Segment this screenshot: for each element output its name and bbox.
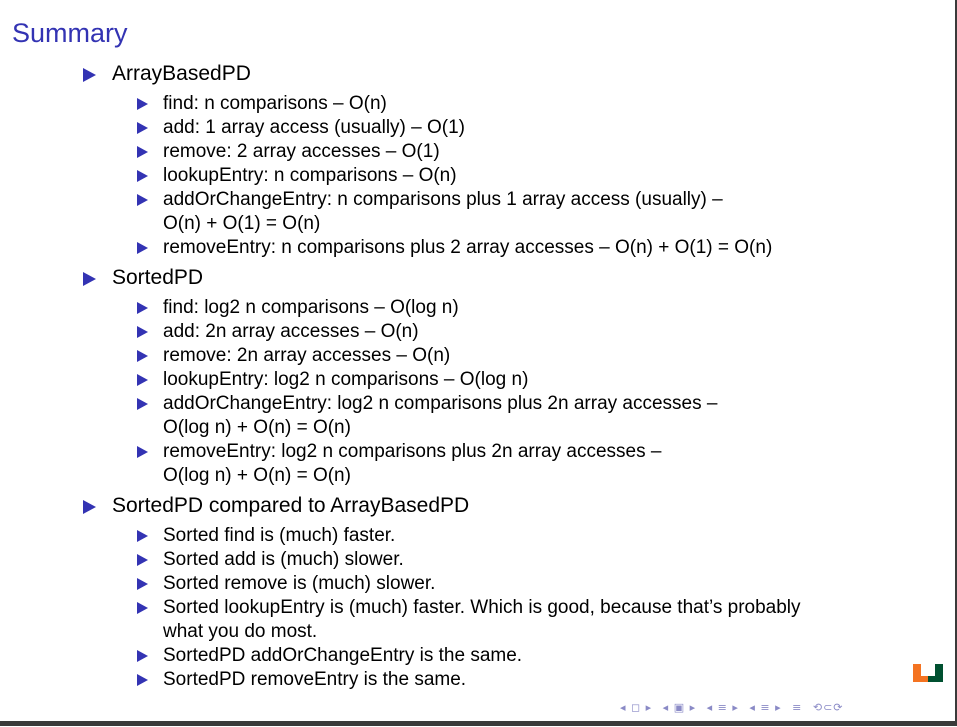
- list-item: find: n comparisons – O(n): [0, 92, 957, 116]
- list-item: add: 1 array access (usually) – O(1): [0, 116, 957, 140]
- beamer-navigation: ◂ ◻ ▸ ◂ ▣ ▸ ◂ ≡ ▸ ◂ ≡ ▸ ≡ ⟲⊂⟳: [620, 701, 850, 714]
- list-item-continuation: O(log n) + O(n) = O(n): [163, 417, 351, 438]
- bullet-triangle-icon: [137, 146, 148, 158]
- bullet-triangle-icon: [137, 398, 148, 410]
- list-item: SortedPD addOrChangeEntry is the same.: [0, 644, 957, 668]
- section-heading-text: ArrayBasedPD: [112, 62, 251, 85]
- list-item: addOrChangeEntry: n comparisons plus 1 a…: [0, 188, 957, 236]
- list-item: Sorted lookupEntry is (much) faster. Whi…: [0, 596, 957, 644]
- bullet-triangle-icon: [137, 98, 148, 110]
- bullet-triangle-icon: [137, 122, 148, 134]
- slide-title: Summary: [12, 18, 128, 48]
- list-item: add: 2n array accesses – O(n): [0, 320, 957, 344]
- next-section-icon[interactable]: ◂ ≡ ▸: [749, 701, 781, 714]
- section-heading: ArrayBasedPD: [0, 60, 957, 88]
- list-item-continuation: O(log n) + O(n) = O(n): [163, 465, 351, 486]
- bullet-triangle-icon: [83, 68, 96, 82]
- bullet-triangle-icon: [137, 650, 148, 662]
- logo-base-left: [919, 676, 928, 682]
- list-item: Sorted add is (much) slower.: [0, 548, 957, 572]
- list-item: remove: 2n array accesses – O(n): [0, 344, 957, 368]
- list-item: Sorted find is (much) faster.: [0, 524, 957, 548]
- bullet-triangle-icon: [137, 194, 148, 206]
- university-logo: [913, 664, 943, 682]
- bullet-triangle-icon: [137, 602, 148, 614]
- first-frame-icon[interactable]: ◂ ◻ ▸: [620, 701, 652, 714]
- zoom-icon[interactable]: ⟲⊂⟳: [813, 701, 844, 714]
- section-heading: SortedPD compared to ArrayBasedPD: [0, 492, 957, 520]
- bullet-triangle-icon: [137, 674, 148, 686]
- list-item: lookupEntry: log2 n comparisons – O(log …: [0, 368, 957, 392]
- slide-content: ArrayBasedPD find: n comparisons – O(n) …: [0, 60, 957, 692]
- list-item: removeEntry: log2 n comparisons plus 2n …: [0, 440, 957, 488]
- section-heading-text: SortedPD compared to ArrayBasedPD: [112, 494, 470, 517]
- list-item: remove: 2 array accesses – O(1): [0, 140, 957, 164]
- bullet-triangle-icon: [137, 170, 148, 182]
- bullet-triangle-icon: [137, 446, 148, 458]
- list-item: SortedPD removeEntry is the same.: [0, 668, 957, 692]
- list-item: find: log2 n comparisons – O(log n): [0, 296, 957, 320]
- bullet-triangle-icon: [83, 272, 96, 286]
- bullet-triangle-icon: [137, 374, 148, 386]
- bullet-triangle-icon: [137, 302, 148, 314]
- list-item-continuation: O(n) + O(1) = O(n): [163, 213, 321, 234]
- bullet-triangle-icon: [137, 326, 148, 338]
- section-heading-text: SortedPD: [112, 266, 204, 289]
- list-item: lookupEntry: n comparisons – O(n): [0, 164, 957, 188]
- prev-frame-icon[interactable]: ◂ ▣ ▸: [663, 701, 696, 714]
- bullet-triangle-icon: [137, 554, 148, 566]
- list-item-continuation: what you do most.: [163, 621, 318, 642]
- section-heading: SortedPD: [0, 264, 957, 292]
- bullet-triangle-icon: [137, 578, 148, 590]
- prev-section-icon[interactable]: ◂ ≡ ▸: [707, 701, 739, 714]
- bullet-triangle-icon: [83, 500, 96, 514]
- search-icon[interactable]: ≡: [792, 701, 802, 714]
- bullet-triangle-icon: [137, 350, 148, 362]
- bullet-triangle-icon: [137, 530, 148, 542]
- list-item: addOrChangeEntry: log2 n comparisons plu…: [0, 392, 957, 440]
- list-item: removeEntry: n comparisons plus 2 array …: [0, 236, 957, 260]
- bullet-triangle-icon: [137, 242, 148, 254]
- list-item: Sorted remove is (much) slower.: [0, 572, 957, 596]
